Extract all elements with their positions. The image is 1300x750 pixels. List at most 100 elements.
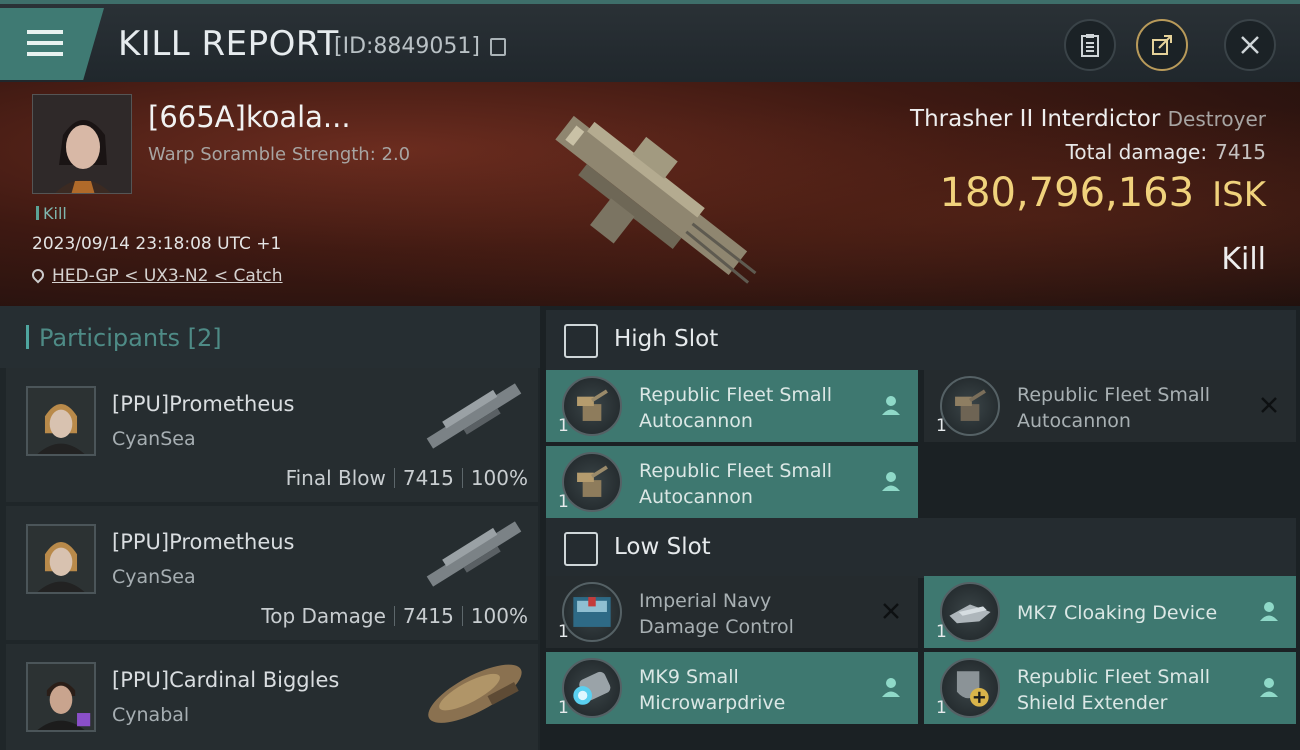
participant-damage: 7415 — [402, 466, 454, 490]
high-slot-icon — [564, 324, 598, 358]
cloaking-device-icon — [940, 582, 1000, 642]
total-damage: Total damage: 7415 — [1066, 140, 1266, 164]
participant-card[interactable]: [PPU]Cardinal Biggles Cynabal — [6, 644, 538, 750]
module-item[interactable]: 1 Republic Fleet Small Autocannon — [546, 446, 918, 518]
damage-control-icon — [562, 582, 622, 642]
module-quantity: 1 — [936, 698, 947, 718]
high-slot-header: High Slot — [546, 310, 1296, 370]
hamburger-icon — [27, 30, 63, 63]
kill-tag: Kill — [36, 204, 67, 223]
module-quantity: 1 — [558, 698, 569, 718]
total-damage-value: 7415 — [1215, 140, 1266, 164]
ship-name[interactable]: Thrasher II Interdictor Destroyer — [910, 106, 1266, 132]
copy-icon[interactable] — [490, 38, 506, 56]
close-icon — [1241, 36, 1259, 54]
close-button[interactable] — [1224, 19, 1276, 71]
fitted-person-icon — [882, 396, 900, 415]
module-name-line1: Imperial Navy — [639, 590, 772, 612]
victim-name[interactable]: [665A]koala... — [148, 100, 351, 134]
portrait-image — [33, 95, 131, 193]
fitted-person-icon — [882, 678, 900, 697]
ship-class: Destroyer — [1167, 107, 1266, 131]
participant-card[interactable]: [PPU]Prometheus CyanSea Final Blow 7415 10… — [6, 368, 538, 502]
participant-role: Final Blow — [285, 466, 386, 490]
module-item[interactable]: 1 Republic Fleet Small Shield Extender — [924, 652, 1296, 724]
isk-amount: 180,796,163 — [939, 170, 1195, 216]
page-title: KILL REPORT — [118, 24, 339, 64]
total-damage-label: Total damage: — [1065, 140, 1208, 164]
module-name: Republic Fleet Small Shield Extender — [1017, 664, 1247, 716]
warp-scramble-strength: Warp Soramble Strength: 2.0 — [148, 144, 411, 165]
ship-type: Thrasher II Interdictor — [910, 106, 1161, 132]
module-name-line2: Autocannon — [1017, 410, 1131, 432]
participants-title: Participants [2] — [26, 324, 222, 352]
location-pin-icon — [29, 266, 47, 284]
module-item[interactable]: 1 Republic Fleet Small Autocannon — [924, 370, 1296, 442]
victim-portrait[interactable] — [32, 94, 132, 194]
low-slot-header: Low Slot — [546, 518, 1296, 578]
participant-corp: CyanSea — [112, 428, 196, 450]
shield-extender-icon — [940, 658, 1000, 718]
high-slot-label: High Slot — [614, 326, 719, 352]
module-item[interactable]: 1 Imperial Navy Damage Control — [546, 576, 918, 648]
module-name-line2: Autocannon — [639, 410, 753, 432]
module-name: Republic Fleet Small Autocannon — [639, 458, 869, 510]
participant-stats: Final Blow 7415 100% — [286, 466, 528, 490]
participant-damage: 7415 — [402, 604, 454, 628]
kill-location[interactable]: HED-GP < UX3-N2 < Catch — [29, 266, 283, 286]
participant-corp: Cynabal — [112, 704, 190, 726]
result-label: Kill — [1221, 242, 1266, 277]
victim-banner: [665A]koala... Warp Soramble Strength: 2… — [0, 82, 1300, 306]
participant-name: [PPU]Prometheus — [112, 392, 295, 416]
participant-percent: 100% — [470, 466, 528, 490]
clipboard-button[interactable] — [1064, 19, 1116, 71]
participant-ship-icon — [428, 664, 522, 723]
autocannon-icon — [940, 376, 1000, 436]
module-name-line2: Damage Control — [639, 616, 794, 638]
participant-ship-icon — [426, 521, 522, 587]
share-icon — [1152, 35, 1172, 55]
participant-card[interactable]: [PPU]Prometheus CyanSea Top Damage 7415 10… — [6, 506, 538, 640]
module-item[interactable]: 1 MK9 Small Microwarpdrive — [546, 652, 918, 724]
kill-timestamp: 2023/09/14 23:18:08 UTC +1 — [32, 234, 282, 254]
victim-ship-image — [555, 115, 757, 284]
module-quantity: 1 — [558, 622, 569, 642]
participant-name: [PPU]Prometheus — [112, 530, 295, 554]
avatar — [26, 386, 96, 456]
module-name-line1: Republic Fleet Small — [639, 384, 833, 406]
autocannon-icon — [562, 376, 622, 436]
report-id: [ID:8849051] — [334, 34, 480, 59]
module-name: MK9 Small Microwarpdrive — [639, 664, 869, 716]
avatar — [26, 662, 96, 732]
module-name: Republic Fleet Small Autocannon — [639, 382, 869, 434]
location-link[interactable]: HED-GP < UX3-N2 < Catch — [52, 266, 283, 286]
module-item[interactable]: 1 Republic Fleet Small Autocannon — [546, 370, 918, 442]
clipboard-icon — [1081, 34, 1099, 57]
module-name-line2: Autocannon — [639, 486, 753, 508]
module-name-line2: Microwarpdrive — [639, 692, 786, 714]
module-quantity: 1 — [558, 492, 569, 512]
isk-value: 180,796,163 ISK — [940, 170, 1266, 216]
fittings-panel: High Slot 1 Republic Fleet Small Autocann… — [540, 306, 1300, 750]
module-quantity: 1 — [936, 416, 947, 436]
menu-button[interactable] — [0, 8, 104, 80]
participants-header: Participants [2] — [0, 306, 540, 368]
participant-name: [PPU]Cardinal Biggles — [112, 668, 340, 692]
module-name-line1: Republic Fleet Small — [1017, 384, 1211, 406]
header-bar: KILL REPORT [ID:8849051] — [0, 0, 1300, 82]
autocannon-icon — [562, 452, 622, 512]
destroyed-x-icon — [883, 603, 899, 619]
microwarpdrive-icon — [562, 658, 622, 718]
module-name: Imperial Navy Damage Control — [639, 588, 869, 640]
module-name-line1: Republic Fleet Small — [639, 460, 833, 482]
share-button[interactable] — [1136, 19, 1188, 71]
participant-ship-icon — [426, 383, 522, 449]
participant-percent: 100% — [470, 604, 528, 628]
module-item[interactable]: 1 MK7 Cloaking Device — [924, 576, 1296, 648]
avatar — [26, 524, 96, 594]
isk-unit: ISK — [1212, 175, 1266, 215]
module-name-line2: Shield Extender — [1017, 692, 1168, 714]
module-name-line1: MK7 Cloaking Device — [1017, 602, 1218, 624]
fitted-person-icon — [1260, 678, 1278, 697]
participant-role: Top Damage — [261, 604, 386, 628]
